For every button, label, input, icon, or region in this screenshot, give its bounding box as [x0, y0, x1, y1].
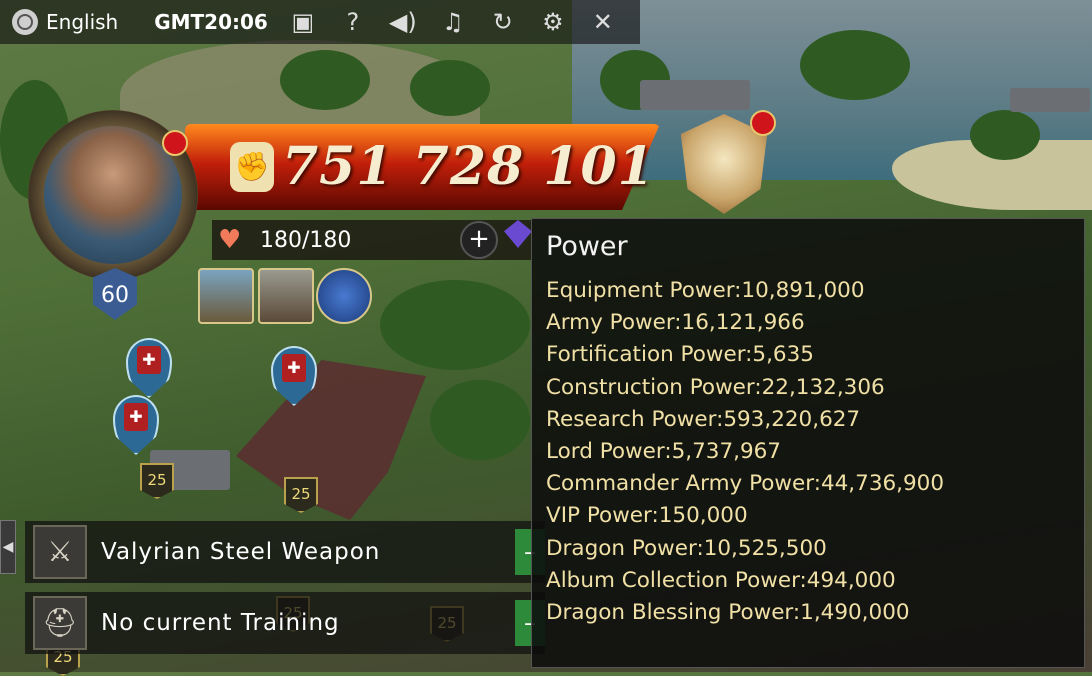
power-breakdown-item: Equipment Power:10,891,000 — [546, 278, 865, 303]
screenshot-icon[interactable]: ▣ — [288, 7, 318, 37]
settings-icon[interactable]: ⚙ — [538, 7, 568, 37]
power-tooltip: Power Equipment Power:10,891,000 Army Po… — [531, 218, 1085, 668]
tooltip-title: Power — [546, 231, 628, 262]
helmet-icon: ⛑ — [33, 596, 87, 650]
add-stamina-button[interactable]: + — [460, 221, 498, 259]
server-time: GMT20:06 — [154, 10, 268, 34]
power-breakdown-item: Construction Power:22,132,306 — [546, 374, 885, 400]
tree — [380, 280, 530, 370]
queue-label: No current Training — [101, 610, 340, 636]
power-breakdown-item: VIP Power:150,000 — [546, 503, 748, 529]
music-icon[interactable]: ♫ — [438, 7, 468, 37]
power-breakdown-item: Lord Power:5,737,967 — [546, 438, 781, 464]
expand-queue-arrow[interactable]: ◀ — [0, 520, 16, 574]
queue-row-training[interactable]: ⛑ No current Training – — [25, 592, 545, 654]
stamina-value: 180/180 — [260, 227, 352, 253]
house — [640, 80, 750, 110]
tree — [800, 30, 910, 100]
power-breakdown-item: Fortification Power:5,635 — [546, 342, 814, 368]
tree — [410, 60, 490, 116]
power-breakdown-item: Dragon Power:10,525,500 — [546, 535, 827, 561]
power-breakdown-item: Army Power:16,121,966 — [546, 310, 805, 336]
house — [1010, 88, 1090, 112]
refresh-icon[interactable]: ↻ — [488, 7, 518, 37]
tree — [430, 380, 530, 460]
language-label: English — [46, 10, 119, 34]
collapse-icon[interactable]: ✕ — [588, 7, 618, 37]
dragon[interactable] — [236, 360, 426, 520]
help-icon[interactable]: ? — [338, 7, 368, 37]
top-bar: English GMT20:06 ▣ ? ◀) ♫ ↻ ⚙ ✕ — [0, 0, 640, 44]
avatar[interactable] — [44, 126, 182, 264]
crest-notification-dot — [750, 110, 776, 136]
buff-icon-city[interactable] — [198, 268, 254, 324]
sword-icon: ⚔ — [33, 525, 87, 579]
sound-icon[interactable]: ◀) — [388, 7, 418, 37]
buff-icon-castle[interactable] — [316, 268, 372, 324]
queue-row-forge[interactable]: ⚔ Valyrian Steel Weapon – — [25, 521, 545, 583]
power-value[interactable]: 751 728 101 — [282, 136, 655, 197]
tree — [280, 50, 370, 110]
power-breakdown-item: Dragon Blessing Power:1,490,000 — [546, 599, 910, 625]
power-breakdown-item: Research Power:593,220,627 — [546, 406, 861, 432]
fist-icon: ✊ — [230, 142, 274, 192]
globe-icon — [12, 9, 38, 35]
avatar-notification-dot — [162, 130, 188, 156]
heart-icon: ♥ — [218, 225, 242, 255]
power-breakdown-list: Equipment Power:10,891,000 Army Power:16… — [546, 275, 944, 629]
buff-icon-soldier[interactable] — [258, 268, 314, 324]
power-breakdown-item: Commander Army Power:44,736,900 — [546, 471, 945, 497]
tree — [970, 110, 1040, 160]
queue-label: Valyrian Steel Weapon — [101, 539, 381, 565]
language-selector[interactable]: English — [12, 9, 118, 35]
power-breakdown-item: Album Collection Power:494,000 — [546, 567, 896, 593]
